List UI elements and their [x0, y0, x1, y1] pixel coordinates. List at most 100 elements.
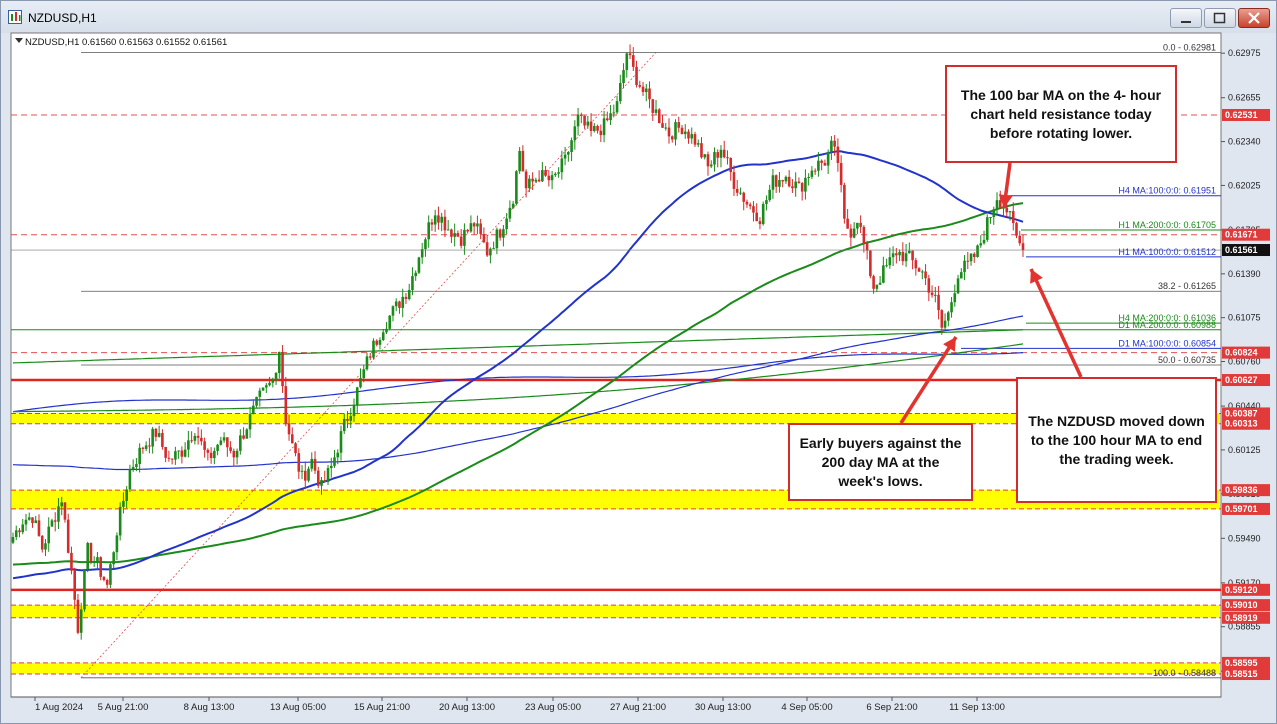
candle-body: [40, 535, 44, 550]
candle-body: [599, 130, 603, 136]
candle-body: [125, 489, 128, 501]
candle-body: [144, 445, 148, 449]
candle-body: [580, 114, 583, 116]
candle-body: [924, 271, 927, 279]
ma-label: H1 MA:100:0:0: 0.61512: [1118, 247, 1216, 257]
candle-body: [73, 570, 77, 600]
candle-body: [372, 340, 375, 358]
candle-body: [336, 452, 340, 458]
time-tick-label: 13 Aug 05:00: [270, 702, 326, 713]
candle-body: [60, 502, 64, 507]
candle-body: [79, 609, 83, 633]
candle-body: [18, 530, 21, 533]
candle-body: [167, 457, 171, 459]
candle-body: [385, 328, 388, 333]
candle-body: [37, 520, 41, 536]
candle-body: [657, 109, 661, 124]
candle-body: [576, 114, 580, 127]
candle-body: [693, 134, 697, 145]
candle-body: [437, 215, 440, 223]
candle-body: [989, 217, 992, 219]
candle-body: [398, 301, 401, 308]
candle-body: [450, 229, 453, 237]
candle-body: [586, 121, 590, 126]
candle-body: [524, 171, 528, 189]
candle-body: [787, 176, 791, 187]
candle-body: [911, 250, 914, 261]
candle-body: [826, 151, 830, 166]
candle-body: [748, 204, 752, 207]
candle-body: [209, 452, 213, 459]
candle-body: [956, 278, 960, 294]
candle-body: [921, 271, 924, 273]
candle-body: [407, 290, 411, 300]
candle-body: [554, 173, 557, 176]
candle-body: [992, 209, 996, 218]
price-label-text: 0.60313: [1225, 419, 1258, 429]
candle-body: [859, 222, 862, 227]
candle-body: [729, 157, 733, 173]
candle-body: [394, 301, 398, 307]
candle-body: [1011, 211, 1015, 224]
candle-body: [966, 260, 970, 262]
candle-body: [797, 181, 801, 184]
candle-body: [89, 542, 93, 562]
candle-body: [492, 248, 495, 250]
candle-body: [706, 154, 710, 167]
candle-body: [57, 506, 60, 522]
candle-body: [109, 564, 112, 585]
candle-body: [196, 435, 200, 438]
candle-body: [544, 170, 547, 176]
annotation-text: Early buyers against the 200 day MA at t…: [799, 434, 962, 489]
candle-body: [878, 282, 882, 285]
candle-body: [534, 179, 538, 182]
candle-body: [963, 260, 966, 273]
candle-body: [274, 372, 278, 381]
candle-body: [472, 223, 476, 227]
candle-body: [278, 351, 281, 373]
candle-body: [27, 517, 31, 520]
candle-body: [433, 215, 437, 225]
candle-body: [443, 216, 447, 231]
candle-body: [219, 440, 223, 445]
candle-body: [239, 435, 242, 451]
candle-body: [755, 212, 758, 222]
candle-body: [53, 520, 57, 522]
price-label-text: 0.59010: [1225, 600, 1258, 610]
candle-body: [836, 146, 840, 164]
candle-body: [222, 437, 226, 441]
candle-body: [255, 396, 258, 406]
candle-body: [174, 451, 177, 460]
candle-body: [644, 88, 648, 93]
candle-body: [135, 464, 138, 468]
candle-body: [287, 423, 291, 435]
candle-body: [550, 175, 554, 181]
candle-body: [904, 253, 908, 262]
candle-body: [420, 249, 424, 258]
candle-body: [856, 222, 859, 229]
candle-body: [446, 229, 450, 231]
candle-body: [339, 431, 343, 453]
candle-body: [151, 428, 154, 447]
terminal-window: NZDUSD,H1 0.0 - 0.62981 38.2 - 0.61265 50.…: [0, 0, 1277, 724]
candle-body: [615, 101, 619, 113]
candle-body: [541, 170, 544, 182]
candle-body: [355, 387, 359, 406]
candle-body: [154, 428, 158, 437]
candle-body: [914, 260, 918, 269]
candle-body: [485, 242, 489, 256]
candle-body: [300, 470, 304, 472]
time-tick-label: 6 Sep 21:00: [866, 702, 917, 713]
candle-body: [401, 296, 405, 308]
candle-body: [92, 561, 96, 563]
candle-body: [469, 223, 473, 232]
candle-body: [830, 140, 833, 152]
candle-body: [245, 429, 249, 439]
candle-body: [930, 292, 934, 296]
price-label-text: 0.59120: [1225, 585, 1258, 595]
time-tick-label: 1 Aug 2024: [35, 702, 83, 713]
fib-label: 38.2 - 0.61265: [1158, 281, 1216, 291]
candle-body: [982, 239, 986, 244]
candle-body: [969, 253, 973, 262]
candle-body: [758, 221, 762, 225]
